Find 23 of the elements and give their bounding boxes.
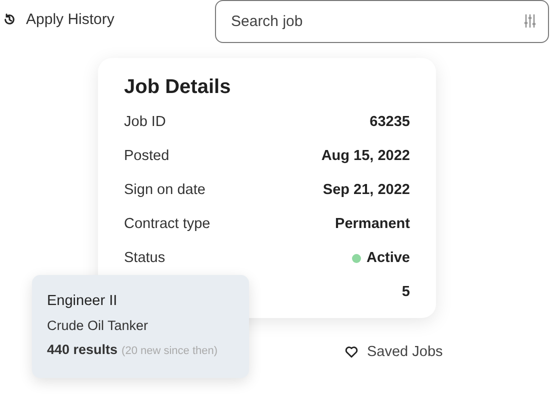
saved-search-title: Engineer II [47, 293, 118, 309]
field-label: Sign on date [124, 182, 206, 198]
saved-search-subtitle: Crude Oil Tanker [47, 318, 150, 333]
new-results-note: (20 new since then) [122, 345, 218, 357]
apply-history-link[interactable]: Apply History [0, 0, 114, 28]
filter-icon[interactable] [523, 14, 537, 28]
saved-search-card[interactable]: Engineer II Crude Oil Tanker 440 results (20 new since then) [32, 275, 249, 378]
saved-jobs-link[interactable]: Saved Jobs [345, 344, 443, 360]
field-value: 63235 [370, 114, 410, 130]
results-count: 440 results [47, 342, 118, 357]
field-value: 5 [402, 284, 410, 300]
field-value: Aug 15, 2022 [321, 148, 410, 164]
search-field[interactable]: Search job [215, 0, 549, 43]
card-title: Job Details [124, 76, 232, 99]
field-value: Sep 21, 2022 [322, 182, 410, 198]
field-value: Permanent [335, 216, 410, 232]
field-label: Contract type [124, 216, 210, 232]
field-label: Job ID [124, 114, 166, 130]
heart-icon [345, 346, 358, 358]
field-value: Active [366, 250, 410, 266]
history-icon [3, 13, 16, 26]
field-label: Posted [124, 148, 170, 164]
field-label: Status [124, 250, 166, 266]
